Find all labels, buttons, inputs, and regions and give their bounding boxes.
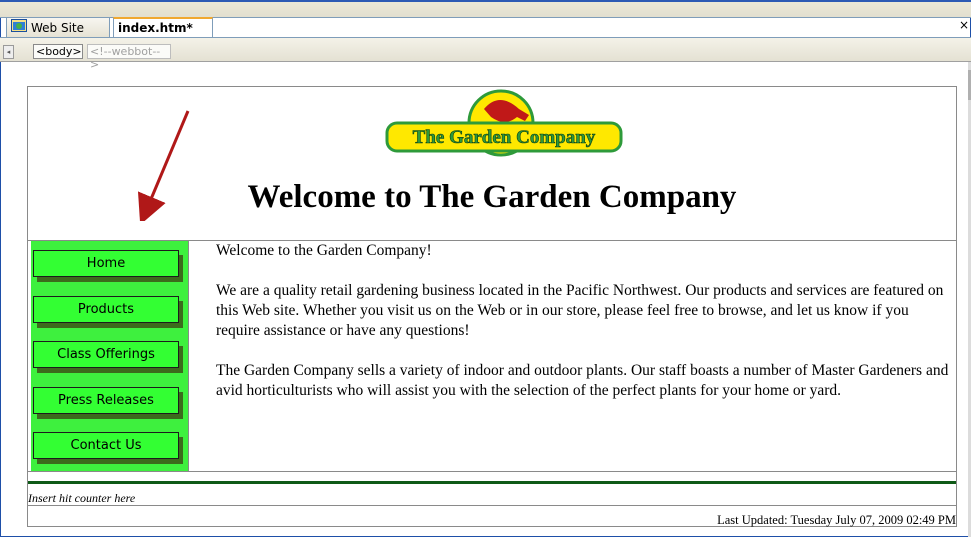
nav-class-offerings-button[interactable]: Class Offerings xyxy=(33,341,179,368)
horizontal-rule xyxy=(28,481,956,484)
welcome-paragraph: Welcome to the Garden Company! xyxy=(216,242,432,259)
design-view-page: The Garden Company Welcome to The Garden… xyxy=(27,86,957,527)
logo-text: The Garden Company xyxy=(413,127,596,148)
title-strip xyxy=(0,0,971,18)
header-cell: The Garden Company Welcome to The Garden… xyxy=(28,87,956,241)
tab-web-site[interactable]: Web Site xyxy=(6,17,110,37)
hit-counter-placeholder[interactable]: Insert hit counter here xyxy=(28,491,135,506)
navigation-bar: Home Products Class Offerings Press Rele… xyxy=(31,241,189,471)
tab-label: Web Site xyxy=(31,20,85,35)
tab-index-htm[interactable]: index.htm* xyxy=(113,17,213,37)
scroll-left-icon[interactable]: ◂ xyxy=(3,45,14,59)
tag-webbot-button[interactable]: <!--webbot--> xyxy=(87,44,171,71)
tag-body-button[interactable]: <body> xyxy=(33,44,83,59)
last-updated-text: Last Updated: Tuesday July 07, 2009 02:4… xyxy=(717,513,956,527)
close-icon[interactable]: × xyxy=(959,18,969,32)
nav-press-releases-button[interactable]: Press Releases xyxy=(33,387,179,414)
garden-company-logo: The Garden Company xyxy=(385,89,623,157)
main-content: Welcome to the Garden Company! We are a … xyxy=(216,241,956,421)
page-title: Welcome to The Garden Company xyxy=(247,179,737,215)
plants-paragraph: The Garden Company sells a variety of in… xyxy=(216,362,949,399)
website-icon xyxy=(11,18,27,37)
nav-home-button[interactable]: Home xyxy=(33,250,179,277)
nav-contact-us-button[interactable]: Contact Us xyxy=(33,432,179,459)
about-paragraph: We are a quality retail gardening busine… xyxy=(216,282,944,339)
tab-label: index.htm* xyxy=(118,21,193,35)
nav-products-button[interactable]: Products xyxy=(33,296,179,323)
